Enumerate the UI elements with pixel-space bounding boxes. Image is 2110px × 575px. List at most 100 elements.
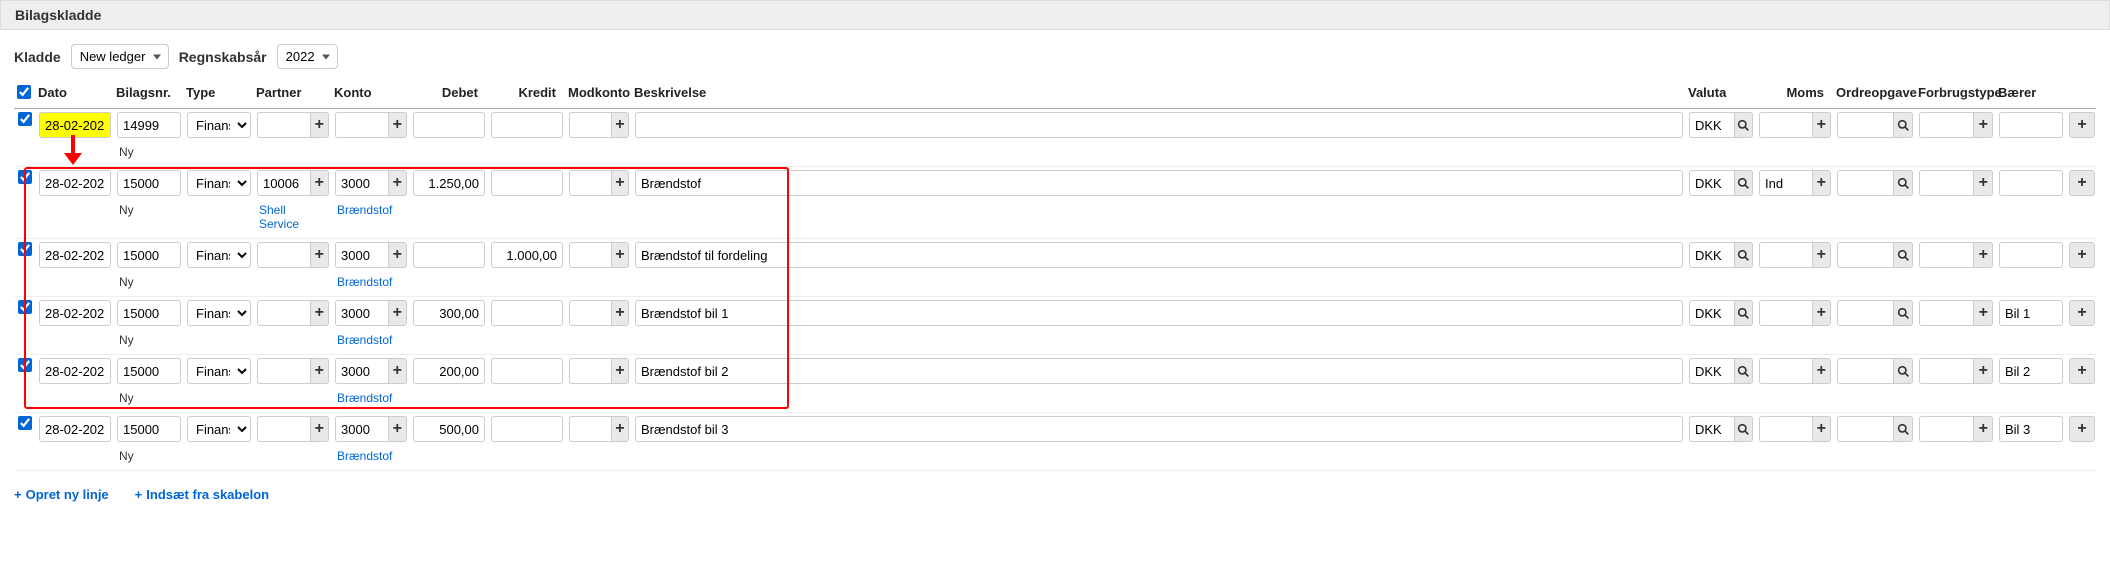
date-input[interactable] xyxy=(39,358,111,384)
account-input[interactable] xyxy=(335,170,389,196)
voucher-input[interactable] xyxy=(117,242,181,268)
currency-search-button[interactable] xyxy=(1735,242,1753,268)
ledger-select[interactable]: New ledger xyxy=(71,44,169,69)
contra-input[interactable] xyxy=(569,416,612,442)
voucher-input[interactable] xyxy=(117,300,181,326)
carrier-input[interactable] xyxy=(1999,242,2063,268)
account-input[interactable] xyxy=(335,416,389,442)
partner-add-button[interactable]: + xyxy=(311,242,329,268)
debit-input[interactable] xyxy=(413,242,485,268)
date-input[interactable] xyxy=(39,300,111,326)
task-search-button[interactable] xyxy=(1894,242,1913,268)
costtype-add-button[interactable]: + xyxy=(1974,112,1993,138)
vat-add-button[interactable]: + xyxy=(1813,170,1831,196)
row-add-button[interactable]: + xyxy=(2069,112,2095,138)
contra-add-button[interactable]: + xyxy=(612,300,629,326)
voucher-input[interactable] xyxy=(117,170,181,196)
task-input[interactable] xyxy=(1837,112,1894,138)
partner-input[interactable] xyxy=(257,300,311,326)
account-add-button[interactable]: + xyxy=(389,358,407,384)
partner-input[interactable] xyxy=(257,112,311,138)
vat-input[interactable] xyxy=(1759,300,1813,326)
costtype-add-button[interactable]: + xyxy=(1974,416,1993,442)
currency-search-button[interactable] xyxy=(1735,416,1753,442)
task-input[interactable] xyxy=(1837,242,1894,268)
carrier-input[interactable] xyxy=(1999,170,2063,196)
costtype-input[interactable] xyxy=(1919,358,1974,384)
account-input[interactable] xyxy=(335,112,389,138)
contra-input[interactable] xyxy=(569,358,612,384)
debit-input[interactable] xyxy=(413,358,485,384)
contra-input[interactable] xyxy=(569,242,612,268)
vat-input[interactable] xyxy=(1759,170,1813,196)
account-add-button[interactable]: + xyxy=(389,416,407,442)
vat-add-button[interactable]: + xyxy=(1813,358,1831,384)
task-search-button[interactable] xyxy=(1894,170,1913,196)
carrier-input[interactable] xyxy=(1999,112,2063,138)
row-checkbox[interactable] xyxy=(18,416,32,430)
task-input[interactable] xyxy=(1837,358,1894,384)
costtype-add-button[interactable]: + xyxy=(1974,170,1993,196)
currency-input[interactable] xyxy=(1689,170,1735,196)
debit-input[interactable] xyxy=(413,170,485,196)
row-add-button[interactable]: + xyxy=(2069,416,2095,442)
vat-add-button[interactable]: + xyxy=(1813,300,1831,326)
currency-input[interactable] xyxy=(1689,358,1735,384)
contra-add-button[interactable]: + xyxy=(612,416,629,442)
voucher-input[interactable] xyxy=(117,358,181,384)
credit-input[interactable] xyxy=(491,242,563,268)
type-select[interactable]: Finans xyxy=(187,170,251,196)
contra-add-button[interactable]: + xyxy=(612,170,629,196)
currency-input[interactable] xyxy=(1689,242,1735,268)
partner-add-button[interactable]: + xyxy=(311,170,329,196)
task-search-button[interactable] xyxy=(1894,112,1913,138)
partner-add-button[interactable]: + xyxy=(311,416,329,442)
contra-add-button[interactable]: + xyxy=(612,242,629,268)
credit-input[interactable] xyxy=(491,300,563,326)
account-input[interactable] xyxy=(335,300,389,326)
date-input[interactable] xyxy=(39,170,111,196)
task-input[interactable] xyxy=(1837,300,1894,326)
vat-input[interactable] xyxy=(1759,112,1813,138)
row-checkbox[interactable] xyxy=(18,358,32,372)
type-select[interactable]: Finans xyxy=(187,358,251,384)
description-input[interactable] xyxy=(635,170,1683,196)
vat-add-button[interactable]: + xyxy=(1813,416,1831,442)
row-checkbox[interactable] xyxy=(18,242,32,256)
credit-input[interactable] xyxy=(491,112,563,138)
account-add-button[interactable]: + xyxy=(389,170,407,196)
debit-input[interactable] xyxy=(413,416,485,442)
partner-input[interactable] xyxy=(257,170,311,196)
voucher-input[interactable] xyxy=(117,112,181,138)
select-all-checkbox[interactable] xyxy=(17,85,31,99)
description-input[interactable] xyxy=(635,242,1683,268)
row-checkbox[interactable] xyxy=(18,112,32,126)
partner-add-button[interactable]: + xyxy=(311,112,329,138)
costtype-input[interactable] xyxy=(1919,112,1974,138)
insert-template-link[interactable]: + Indsæt fra skabelon xyxy=(135,487,269,502)
credit-input[interactable] xyxy=(491,170,563,196)
currency-search-button[interactable] xyxy=(1735,112,1753,138)
account-input[interactable] xyxy=(335,358,389,384)
type-select[interactable]: Finans xyxy=(187,300,251,326)
contra-input[interactable] xyxy=(569,300,612,326)
partner-input[interactable] xyxy=(257,242,311,268)
debit-input[interactable] xyxy=(413,112,485,138)
partner-input[interactable] xyxy=(257,358,311,384)
costtype-add-button[interactable]: + xyxy=(1974,242,1993,268)
task-input[interactable] xyxy=(1837,170,1894,196)
row-add-button[interactable]: + xyxy=(2069,242,2095,268)
account-input[interactable] xyxy=(335,242,389,268)
date-input[interactable] xyxy=(39,416,111,442)
costtype-input[interactable] xyxy=(1919,242,1974,268)
vat-input[interactable] xyxy=(1759,416,1813,442)
costtype-add-button[interactable]: + xyxy=(1974,358,1993,384)
account-add-button[interactable]: + xyxy=(389,242,407,268)
contra-add-button[interactable]: + xyxy=(612,112,629,138)
vat-input[interactable] xyxy=(1759,358,1813,384)
voucher-input[interactable] xyxy=(117,416,181,442)
costtype-input[interactable] xyxy=(1919,416,1974,442)
partner-add-button[interactable]: + xyxy=(311,300,329,326)
debit-input[interactable] xyxy=(413,300,485,326)
vat-input[interactable] xyxy=(1759,242,1813,268)
